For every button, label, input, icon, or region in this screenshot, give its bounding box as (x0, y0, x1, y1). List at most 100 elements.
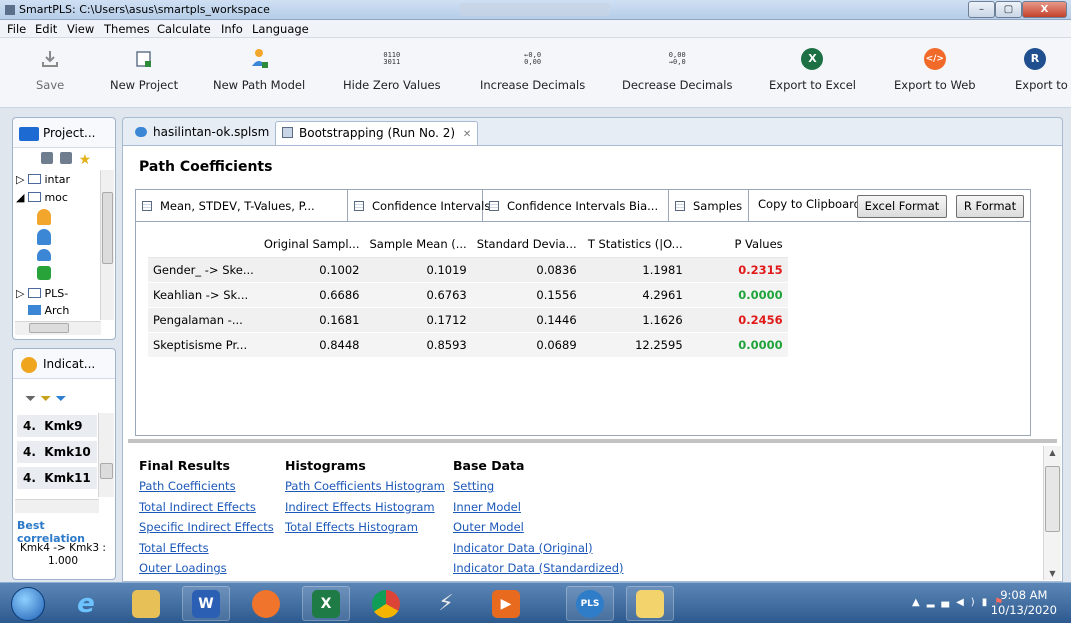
taskbar-internet-explorer[interactable]: e (62, 586, 110, 621)
tree-item-model[interactable]: ◢ moc (16, 191, 68, 204)
tree-item-archive[interactable]: Arch (28, 304, 69, 317)
r-format-button[interactable]: R Format (956, 195, 1024, 218)
project-vertical-scrollbar[interactable] (100, 170, 114, 320)
network-icon[interactable]: ▂▄ (927, 597, 956, 608)
taskbar-excel[interactable]: X (302, 586, 350, 621)
link-setting[interactable]: Setting (453, 479, 623, 500)
close-tab-icon[interactable]: ✕ (463, 129, 471, 140)
report-subtabs: Mean, STDEV, T-Values, P... Confidence I… (135, 189, 1031, 222)
menu-calculate[interactable]: Calculate (157, 22, 211, 36)
taskbar-paint[interactable] (626, 586, 674, 621)
indicator-item[interactable]: 4. Kmk11 (17, 467, 97, 489)
indicator-vertical-scrollbar[interactable] (98, 413, 114, 497)
tree-item-project[interactable]: ▷ intar (16, 173, 70, 186)
link-outer-loadings[interactable]: Outer Loadings (139, 561, 274, 582)
clock-date: 10/13/2020 (990, 603, 1057, 617)
link-total-effects[interactable]: Total Effects (139, 541, 274, 562)
link-total-effects-histogram[interactable]: Total Effects Histogram (285, 520, 445, 541)
panel-divider[interactable] (128, 439, 1057, 443)
project-explorer-panel: Project... ★ ▷ intar ◢ moc ▷ PLS- Arch (12, 117, 116, 340)
scroll-down-icon[interactable]: ▼ (1044, 569, 1061, 578)
link-path-coefficients[interactable]: Path Coefficients (139, 479, 274, 500)
maximize-button[interactable]: ▢ (995, 1, 1022, 18)
save-button[interactable]: Save (36, 46, 64, 92)
menu-themes[interactable]: Themes (104, 22, 150, 36)
path-model-icon[interactable] (37, 209, 51, 225)
link-specific-indirect-effects[interactable]: Specific Indirect Effects (139, 520, 274, 541)
subtab-confidence-intervals[interactable]: Confidence Intervals (348, 190, 490, 221)
taskbar-media[interactable]: ▶ (482, 586, 530, 621)
export-excel-button[interactable]: X Export to Excel (769, 46, 856, 92)
menu-info[interactable]: Info (221, 22, 243, 36)
indicator-horizontal-scrollbar[interactable] (15, 499, 99, 513)
link-indicator-data-original[interactable]: Indicator Data (Original) (453, 541, 623, 562)
tray-expand-icon[interactable]: ▲ (912, 597, 927, 608)
sample-mean-cell: 0.8593 (364, 331, 472, 357)
taskbar-file-explorer[interactable] (122, 586, 170, 621)
taskbar-word[interactable]: W (182, 586, 230, 621)
subtab-samples[interactable]: Samples (669, 190, 749, 221)
start-button[interactable] (4, 586, 52, 621)
tab-bootstrapping[interactable]: Bootstrapping (Run No. 2) ✕ (275, 121, 479, 145)
scroll-up-icon[interactable]: ▲ (1044, 448, 1061, 457)
row-label: Pengalaman -... (148, 306, 259, 332)
indicator-item[interactable]: 4. Kmk9 (17, 415, 97, 437)
link-inner-model[interactable]: Inner Model (453, 500, 623, 521)
export-r-button[interactable]: R Export to R (1015, 46, 1071, 92)
folder-icon (27, 288, 41, 298)
filter-icon[interactable]: ⏷ (55, 391, 70, 407)
menu-view[interactable]: View (67, 22, 94, 36)
menu-edit[interactable]: Edit (35, 22, 57, 36)
link-indirect-effects-histogram[interactable]: Indirect Effects Histogram (285, 500, 445, 521)
taskbar-firefox[interactable] (242, 586, 290, 621)
taskbar: e W X ⚡ ▶ PLS ▲▂▄◀)▮⚑ 9:08 AM 10/13/2020 (0, 582, 1071, 623)
tab-model-file[interactable]: hasilintan-ok.splsm (129, 121, 275, 145)
t-statistic-cell: 4.2961 (581, 281, 688, 307)
tree-item-pls[interactable]: ▷ PLS- (16, 287, 68, 300)
save-icon (36, 46, 64, 72)
filter-icon[interactable]: ⏷ (40, 391, 55, 407)
clock-time: 9:08 AM (1000, 588, 1048, 602)
menu-file[interactable]: File (7, 22, 26, 36)
window-title: SmartPLS: C:\Users\asus\smartpls_workspa… (19, 3, 270, 16)
new-project-button[interactable]: New Project (110, 46, 178, 92)
export-web-button[interactable]: </> Export to Web (894, 46, 976, 92)
project-horizontal-scrollbar[interactable] (15, 321, 101, 335)
path-model-icon[interactable] (37, 229, 51, 245)
filter-icon[interactable]: ⏷ (25, 391, 40, 407)
copy-to-clipboard-label: Copy to Clipboard: (758, 197, 865, 211)
taskbar-tool[interactable]: ⚡ (422, 586, 470, 621)
volume-icon[interactable]: ◀) (956, 597, 982, 608)
close-window-button[interactable]: X (1022, 1, 1067, 18)
column-header[interactable]: Standard Devia... (471, 232, 582, 258)
column-header[interactable]: T Statistics (|O... (581, 232, 688, 258)
new-project-icon (110, 46, 178, 72)
star-icon[interactable]: ★ (79, 152, 92, 168)
menu-language[interactable]: Language (252, 22, 309, 36)
taskbar-smartpls[interactable]: PLS (566, 586, 614, 621)
excel-format-button[interactable]: Excel Format (857, 195, 947, 218)
expand-all-icon[interactable] (41, 152, 53, 164)
increase-decimals-button[interactable]: ←0,0 0,00 Increase Decimals (480, 46, 585, 93)
hide-zero-values-button[interactable]: 0110 3011 Hide Zero Values (343, 46, 441, 93)
subtab-confidence-intervals-bias[interactable]: Confidence Intervals Bia... (483, 190, 669, 221)
taskbar-chrome[interactable] (362, 586, 410, 621)
system-clock[interactable]: 9:08 AM 10/13/2020 (991, 588, 1057, 618)
column-header[interactable]: P Values (687, 232, 788, 258)
database-icon[interactable] (37, 266, 51, 280)
collapse-all-icon[interactable] (59, 152, 72, 164)
link-indicator-data-standardized[interactable]: Indicator Data (Standardized) (453, 561, 623, 582)
minimize-button[interactable]: – (968, 1, 995, 18)
subtab-mean-stdev[interactable]: Mean, STDEV, T-Values, P... (136, 190, 348, 221)
path-coefficients-table: Original Sampl... Sample Mean (... Stand… (148, 232, 788, 357)
indicator-item[interactable]: 4. Kmk10 (17, 441, 97, 463)
link-path-coefficients-histogram[interactable]: Path Coefficients Histogram (285, 479, 445, 500)
results-nav-scrollbar[interactable]: ▲ ▼ (1043, 446, 1061, 580)
link-total-indirect-effects[interactable]: Total Indirect Effects (139, 500, 274, 521)
column-header[interactable]: Original Sampl... (258, 232, 365, 258)
column-header[interactable]: Sample Mean (... (364, 232, 472, 258)
path-model-icon[interactable] (37, 249, 51, 261)
decrease-decimals-button[interactable]: 0,00 →0,0 Decrease Decimals (622, 46, 732, 93)
new-path-model-button[interactable]: New Path Model (213, 46, 305, 92)
link-outer-model[interactable]: Outer Model (453, 520, 623, 541)
